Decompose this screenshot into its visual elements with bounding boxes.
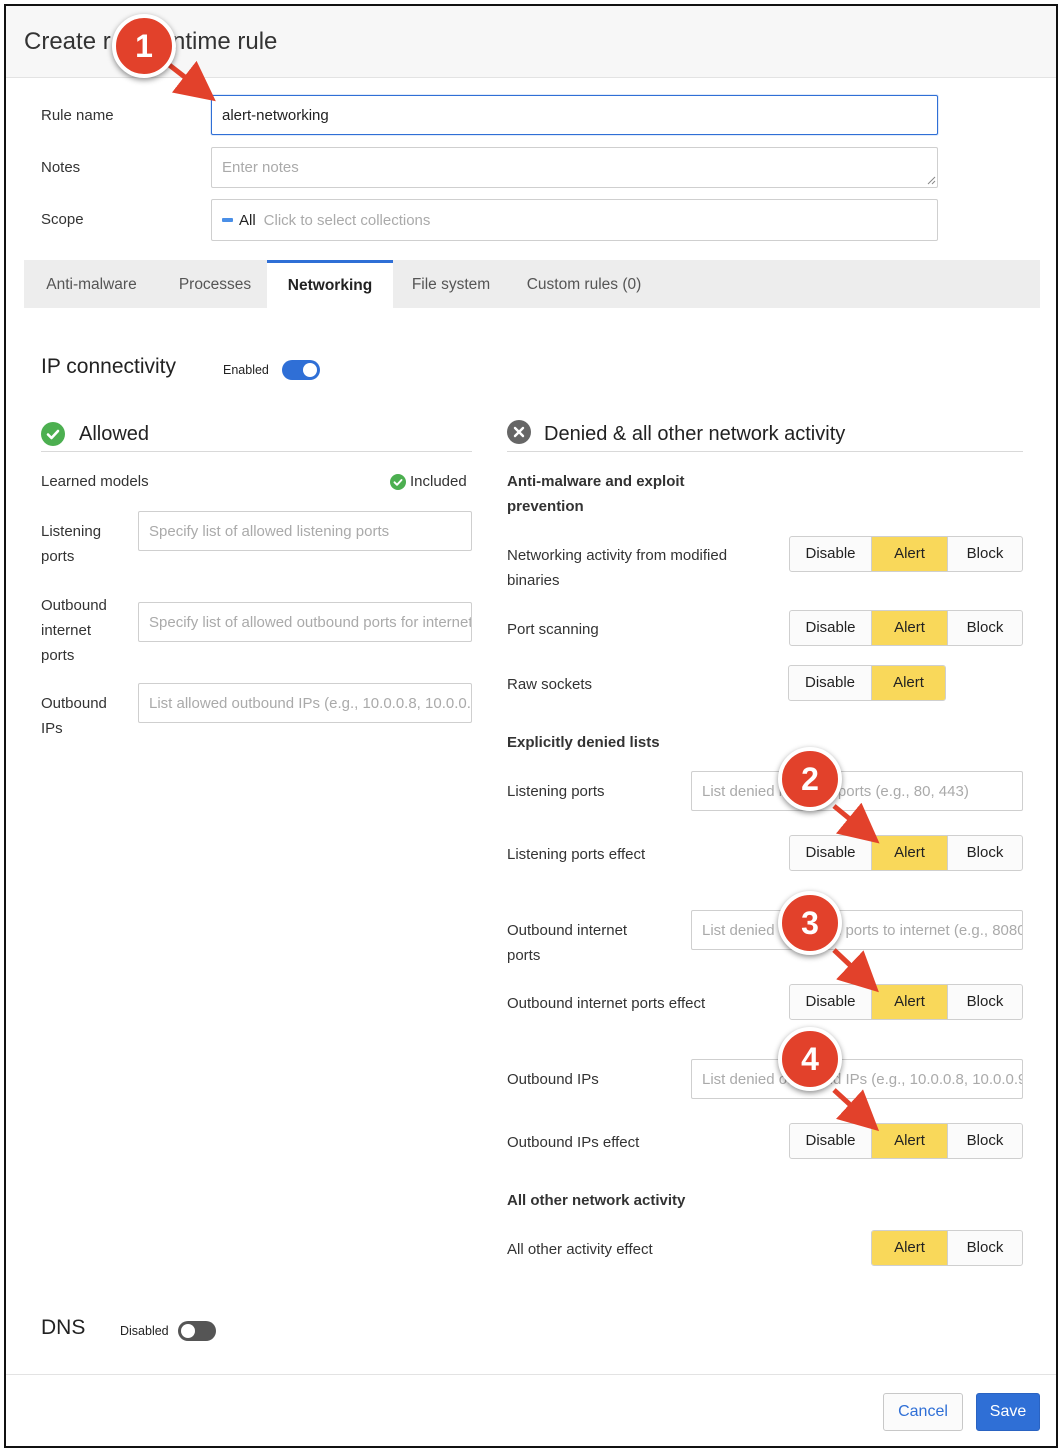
effect-block-option[interactable]: Block [948,1124,1022,1158]
rule-name-input[interactable]: alert-networking [211,95,938,135]
raw-sockets-label: Raw sockets [507,676,593,693]
allowed-ips-label: IPs [41,720,63,737]
denied-outbound-ports-input[interactable]: List denied outbound ports to internet (… [691,910,1023,950]
footer-divider [6,1374,1056,1375]
modified-binaries-effect: Disable Alert Block [789,536,1023,572]
all-other-heading: All other network activity [507,1192,686,1209]
port-scanning-label: Port scanning [507,621,599,638]
ip-connectivity-toggle[interactable] [282,360,320,380]
scope-placeholder: Click to select collections [263,211,431,229]
cancel-button[interactable]: Cancel [883,1393,963,1431]
check-circle-icon [41,422,65,446]
effect-block-option[interactable]: Block [948,1231,1022,1265]
effect-alert-option[interactable]: Alert [872,1124,948,1158]
allowed-listening-ports-input[interactable]: Specify list of allowed listening ports [138,511,472,551]
modified-binaries-label: Networking activity from modified [507,547,728,564]
allowed-outbound-ports-input[interactable]: Specify list of allowed outbound ports f… [138,602,472,642]
tab-custom-rules[interactable]: Custom rules (0) [509,260,659,308]
outbound-ports-effect: Disable Alert Block [789,984,1023,1020]
ips-effect-label: Outbound IPs effect [507,1134,640,1151]
check-circle-icon [390,474,406,490]
listening-effect-label: Listening ports effect [507,846,646,863]
dns-toggle[interactable] [178,1321,216,1341]
denied-outbound-label: ports [507,947,541,964]
denied-listening-label: Listening ports [507,783,605,800]
learned-models-label: Learned models [41,473,149,490]
scope-label: Scope [41,211,84,228]
allowed-ips-label: Outbound [41,695,107,712]
outbound-ips-effect: Disable Alert Block [789,1123,1023,1159]
x-circle-icon [507,420,531,444]
denied-divider [507,451,1023,452]
modified-binaries-label: binaries [507,572,560,589]
port-scanning-effect: Disable Alert Block [789,610,1023,646]
learned-models-value: Included [410,473,467,490]
notes-textarea[interactable]: Enter notes [211,147,938,188]
allowed-listening-label: Listening [41,523,102,540]
allowed-outbound-ips-input[interactable]: List allowed outbound IPs (e.g., 10.0.0.… [138,683,472,723]
notes-label: Notes [41,159,81,176]
callout-marker-1: 1 [112,14,176,78]
effect-block-option[interactable]: Block [948,537,1022,571]
allowed-title: Allowed [79,423,150,445]
effect-disable-option[interactable]: Disable [790,836,872,870]
ip-connectivity-status: Enabled [223,363,269,377]
effect-alert-option[interactable]: Alert [872,666,945,700]
allowed-listening-label: ports [41,548,75,565]
effect-block-option[interactable]: Block [948,836,1022,870]
effect-alert-option[interactable]: Alert [872,1231,948,1265]
anti-malware-heading: Anti-malware and exploit [507,473,685,490]
raw-sockets-effect: Disable Alert [788,665,946,701]
other-effect-label: All other activity effect [507,1241,653,1258]
effect-block-option[interactable]: Block [948,611,1022,645]
scope-selector[interactable]: All Click to select collections [211,199,938,241]
tab-anti-malware[interactable]: Anti-malware [24,260,159,308]
outbound-effect-label: Outbound internet ports effect [507,995,706,1012]
save-button[interactable]: Save [976,1393,1040,1431]
dialog-title-right: ntime rule [172,28,278,55]
listening-ports-effect: Disable Alert Block [789,835,1023,871]
allowed-outbound-label: internet [41,622,92,639]
ip-connectivity-title: IP connectivity [41,355,177,378]
effect-alert-option[interactable]: Alert [872,985,948,1019]
resize-handle-icon[interactable] [927,176,936,185]
effect-alert-option[interactable]: Alert [872,537,948,571]
effect-disable-option[interactable]: Disable [790,537,872,571]
effect-disable-option[interactable]: Disable [790,985,872,1019]
dns-status: Disabled [120,1324,169,1338]
anti-malware-heading: prevention [507,498,584,515]
tab-file-system[interactable]: File system [393,260,509,308]
allowed-outbound-label: Outbound [41,597,107,614]
tab-bar: Anti-malware Processes Networking File s… [24,260,1040,308]
denied-ips-label: Outbound IPs [507,1071,599,1088]
effect-disable-option[interactable]: Disable [790,611,872,645]
effect-disable-option[interactable]: Disable [789,666,872,700]
allowed-outbound-label: ports [41,647,75,664]
rule-name-label: Rule name [41,107,114,124]
tab-networking[interactable]: Networking [267,260,393,308]
denied-title: Denied & all other network activity [544,423,846,445]
dns-title: DNS [41,1316,86,1339]
effect-block-option[interactable]: Block [948,985,1022,1019]
all-other-effect: Alert Block [871,1230,1023,1266]
allowed-divider [41,451,472,452]
dialog: Create r ntime rule Rule name alert-netw… [4,4,1058,1448]
effect-alert-option[interactable]: Alert [872,836,948,870]
scope-tag: All [239,211,256,229]
callout-marker-2: 2 [778,747,842,811]
denied-listening-ports-input[interactable]: List denied listening ports (e.g., 80, 4… [691,771,1023,811]
effect-disable-option[interactable]: Disable [790,1124,872,1158]
explicitly-denied-heading: Explicitly denied lists [507,734,660,751]
arrow-3 [832,948,879,993]
effect-alert-option[interactable]: Alert [872,611,948,645]
tab-processes[interactable]: Processes [159,260,271,308]
collection-tag-icon [222,218,233,222]
denied-outbound-ips-input[interactable]: List denied outbound IPs (e.g., 10.0.0.8… [691,1059,1023,1099]
denied-outbound-label: Outbound internet [507,922,628,939]
callout-marker-4: 4 [778,1027,842,1091]
dialog-title-left: Create r [24,28,111,55]
callout-marker-3: 3 [778,891,842,955]
